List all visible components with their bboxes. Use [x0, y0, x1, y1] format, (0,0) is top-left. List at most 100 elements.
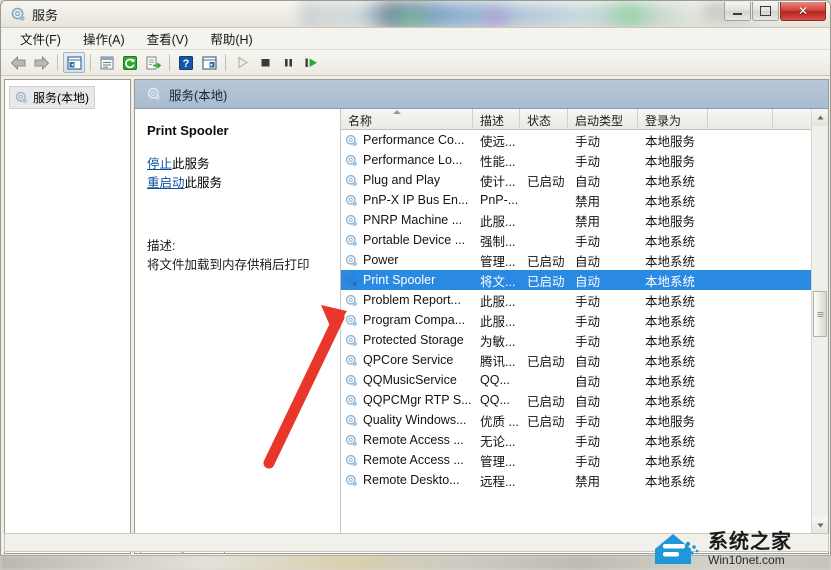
cell-status: 已启动 [520, 171, 568, 190]
pause-service-button[interactable] [277, 52, 299, 73]
services-list: 名称描述状态启动类型登录为 Performance Co...使远...手动本地… [340, 109, 828, 534]
table-row[interactable]: Program Compa...此服...手动本地系统 [341, 310, 828, 330]
table-row[interactable]: Performance Co...使远...手动本地服务 [341, 130, 828, 150]
menu-file[interactable]: 文件(F) [9, 27, 72, 51]
scroll-up-button[interactable] [812, 109, 828, 126]
column-header-启动类型[interactable]: 启动类型 [568, 109, 638, 129]
cell-service-name: Print Spooler [341, 273, 473, 287]
cell-startup-type: 自动 [568, 391, 638, 410]
table-row[interactable]: Remote Deskto...远程...禁用本地系统 [341, 470, 828, 490]
table-row[interactable]: Performance Lo...性能...手动本地服务 [341, 150, 828, 170]
svg-text:?: ? [183, 58, 190, 70]
stop-service-link[interactable]: 停止 [147, 157, 172, 171]
watermark-en: Win10net.com [708, 554, 792, 566]
column-header-状态[interactable]: 状态 [520, 109, 568, 129]
cell-description: PnP-... [473, 193, 520, 207]
properties-button[interactable] [96, 52, 118, 73]
cell-startup-type: 手动 [568, 431, 638, 450]
menu-bar: 文件(F) 操作(A) 查看(V) 帮助(H) [1, 28, 830, 50]
table-row[interactable]: PNRP Machine ... 此服... 禁用本地服务 [341, 210, 828, 230]
refresh-button[interactable] [119, 52, 141, 73]
table-row[interactable]: PnP-X IP Bus En...PnP-...禁用本地系统 [341, 190, 828, 210]
service-gear-icon [345, 294, 358, 307]
menu-view[interactable]: 查看(V) [136, 27, 200, 51]
service-name-text: Print Spooler [363, 273, 435, 287]
cell-service-name: QQPCMgr RTP S... [341, 393, 473, 407]
cell-logon-as: 本地系统 [638, 231, 708, 250]
column-header-登录为[interactable]: 登录为 [638, 109, 708, 129]
cell-startup-type: 手动 [568, 291, 638, 310]
restart-service-button[interactable] [300, 52, 322, 73]
cell-logon-as: 本地系统 [638, 471, 708, 490]
service-name-text: PNRP Machine ... [363, 213, 462, 227]
column-header-描述[interactable]: 描述 [473, 109, 520, 129]
table-row[interactable]: Portable Device ...强制...手动本地系统 [341, 230, 828, 250]
column-header-blank[interactable] [708, 109, 773, 129]
cell-description: 使远... [473, 131, 520, 150]
service-name-text: Quality Windows... [363, 413, 467, 427]
grip-icon [817, 311, 824, 318]
menu-action[interactable]: 操作(A) [72, 27, 136, 51]
cell-logon-as: 本地系统 [638, 451, 708, 470]
table-row[interactable]: Plug and Play使计...已启动自动本地系统 [341, 170, 828, 190]
cell-service-name: QPCore Service [341, 353, 473, 367]
cell-startup-type: 自动 [568, 351, 638, 370]
cell-logon-as: 本地系统 [638, 351, 708, 370]
table-row[interactable]: Remote Access ...无论...手动本地系统 [341, 430, 828, 450]
window-controls: ✕ [724, 2, 826, 21]
maximize-button[interactable] [752, 2, 779, 21]
cell-description: 性能... [473, 151, 520, 170]
service-gear-icon [345, 474, 358, 487]
pane-inner: Print Spooler 停止此服务 重启动此服务 描述: 将文件加载到内存供… [135, 109, 828, 534]
cell-logon-as: 本地服务 [638, 211, 708, 230]
tree-node-services-local[interactable]: 服务(本地) [9, 86, 95, 109]
cell-startup-type: 手动 [568, 311, 638, 330]
cell-description: 此服... [473, 211, 520, 230]
menu-help[interactable]: 帮助(H) [199, 27, 263, 51]
table-row[interactable]: Protected Storage为敏...手动本地系统 [341, 330, 828, 350]
cell-logon-as: 本地服务 [638, 411, 708, 430]
vertical-scrollbar[interactable] [811, 109, 828, 534]
cell-description: 强制... [473, 231, 520, 250]
service-name-text: Remote Deskto... [363, 473, 460, 487]
scrollbar-thumb[interactable] [813, 291, 827, 337]
export-list-button[interactable] [142, 52, 164, 73]
cell-description: 远程... [473, 471, 520, 490]
table-row[interactable]: QQPCMgr RTP S...QQ...已启动自动本地系统 [341, 390, 828, 410]
show-action-pane-button[interactable] [198, 52, 220, 73]
cell-logon-as: 本地系统 [638, 331, 708, 350]
service-name-text: Remote Access ... [363, 453, 464, 467]
restart-service-link[interactable]: 重启动 [147, 176, 185, 190]
show-hide-tree-button[interactable] [63, 52, 85, 73]
cell-service-name: Performance Lo... [341, 153, 473, 167]
table-row[interactable]: QPCore Service腾讯...已启动自动本地系统 [341, 350, 828, 370]
cell-service-name: Protected Storage [341, 333, 473, 347]
sort-ascending-icon [393, 110, 401, 114]
cell-description: 无论... [473, 431, 520, 450]
minimize-button[interactable] [724, 2, 751, 21]
cell-description: 使计... [473, 171, 520, 190]
close-button[interactable]: ✕ [780, 2, 826, 21]
table-row[interactable]: Problem Report...此服...手动本地系统 [341, 290, 828, 310]
win10net-logo-icon [653, 531, 701, 567]
cell-service-name: PNRP Machine ... [341, 213, 473, 227]
column-header-名称[interactable]: 名称 [341, 109, 473, 129]
cell-startup-type: 自动 [568, 251, 638, 270]
table-row[interactable]: Power管理...已启动自动本地系统 [341, 250, 828, 270]
help-button[interactable]: ? [175, 52, 197, 73]
cell-service-name: Remote Deskto... [341, 473, 473, 487]
service-detail-panel: Print Spooler 停止此服务 重启动此服务 描述: 将文件加载到内存供… [135, 109, 340, 534]
back-button[interactable] [7, 52, 29, 73]
table-row[interactable]: Print Spooler将文...已启动自动本地系统 [341, 270, 828, 290]
table-row[interactable]: Quality Windows...优质 ...已启动手动本地服务 [341, 410, 828, 430]
list-header-row: 名称描述状态启动类型登录为 [341, 109, 828, 130]
stop-service-button[interactable] [254, 52, 276, 73]
service-name-text: Plug and Play [363, 173, 440, 187]
table-row[interactable]: QQMusicServiceQQ...自动本地系统 [341, 370, 828, 390]
forward-button[interactable] [30, 52, 52, 73]
service-gear-icon [345, 214, 358, 227]
table-row[interactable]: Remote Access ...管理...手动本地系统 [341, 450, 828, 470]
cell-startup-type: 禁用 [568, 211, 638, 230]
service-name-text: Performance Lo... [363, 153, 462, 167]
start-service-button[interactable] [231, 52, 253, 73]
